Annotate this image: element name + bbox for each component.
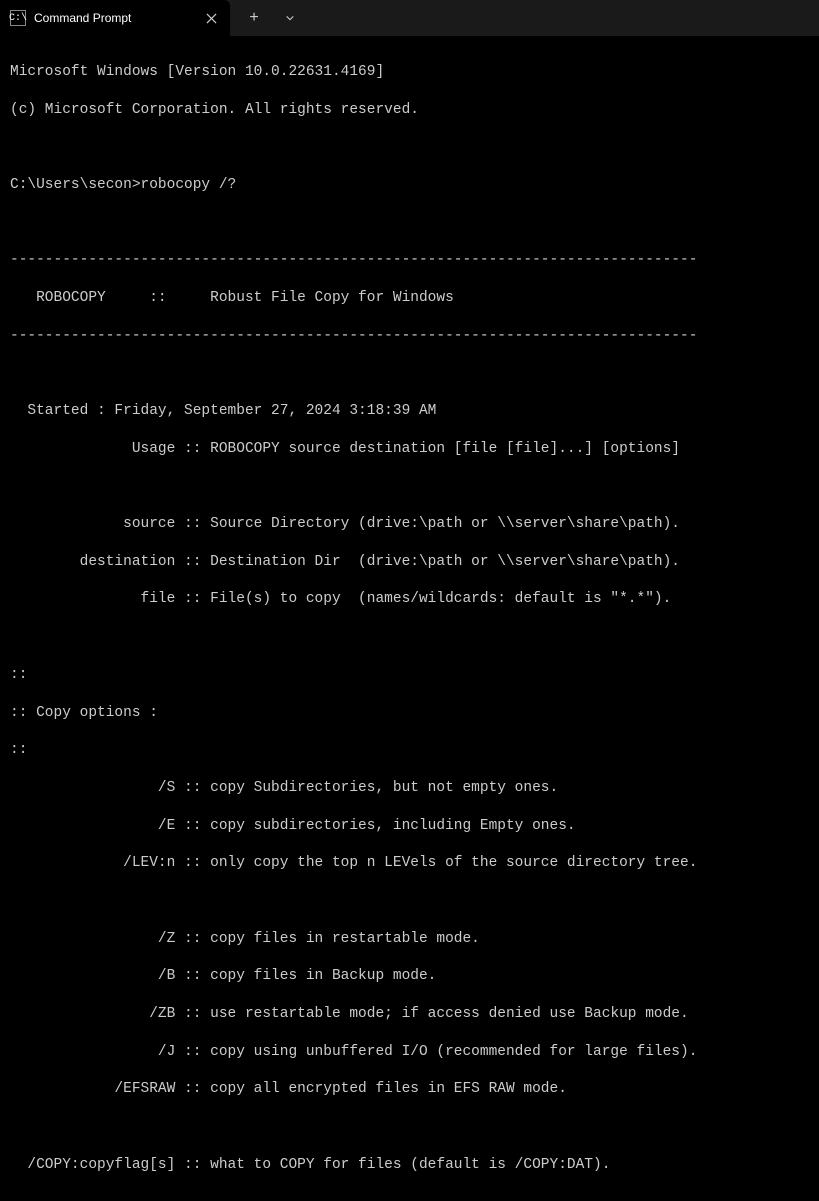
blank-line bbox=[10, 477, 809, 496]
copy-options-header: :: Copy options : bbox=[10, 704, 809, 723]
titlebar-controls: + bbox=[230, 0, 306, 36]
blank-line bbox=[10, 214, 809, 233]
cmd-icon: C:\ bbox=[10, 10, 26, 26]
option-line: /J :: copy using unbuffered I/O (recomme… bbox=[10, 1043, 809, 1062]
divider-line: ----------------------------------------… bbox=[10, 251, 809, 270]
option-line: /EFSRAW :: copy all encrypted files in E… bbox=[10, 1080, 809, 1099]
destination-line: destination :: Destination Dir (drive:\p… bbox=[10, 553, 809, 572]
started-line: Started : Friday, September 27, 2024 3:1… bbox=[10, 402, 809, 421]
option-line: /S :: copy Subdirectories, but not empty… bbox=[10, 779, 809, 798]
section-sep: :: bbox=[10, 666, 809, 685]
tab-dropdown-button[interactable] bbox=[274, 0, 306, 36]
close-tab-button[interactable] bbox=[202, 9, 220, 27]
titlebar: C:\ Command Prompt + bbox=[0, 0, 819, 36]
option-line: /ZB :: use restartable mode; if access d… bbox=[10, 1005, 809, 1024]
source-line: source :: Source Directory (drive:\path … bbox=[10, 515, 809, 534]
chevron-down-icon bbox=[285, 13, 295, 23]
blank-line bbox=[10, 628, 809, 647]
blank-line bbox=[10, 892, 809, 911]
prompt-line: C:\Users\secon>robocopy /? bbox=[10, 176, 809, 195]
usage-line: Usage :: ROBOCOPY source destination [fi… bbox=[10, 440, 809, 459]
new-tab-button[interactable]: + bbox=[238, 0, 270, 36]
option-line: /E :: copy subdirectories, including Emp… bbox=[10, 817, 809, 836]
tab-active[interactable]: C:\ Command Prompt bbox=[0, 0, 230, 36]
blank-line bbox=[10, 1118, 809, 1137]
section-sep: :: bbox=[10, 741, 809, 760]
tab-title: Command Prompt bbox=[34, 11, 194, 25]
file-line: file :: File(s) to copy (names/wildcards… bbox=[10, 590, 809, 609]
header-line: ROBOCOPY :: Robust File Copy for Windows bbox=[10, 289, 809, 308]
blank-line bbox=[10, 138, 809, 157]
option-line: /COPY:copyflag[s] :: what to COPY for fi… bbox=[10, 1156, 809, 1175]
option-line: /LEV:n :: only copy the top n LEVels of … bbox=[10, 854, 809, 873]
banner-line: (c) Microsoft Corporation. All rights re… bbox=[10, 101, 809, 120]
banner-line: Microsoft Windows [Version 10.0.22631.41… bbox=[10, 63, 809, 82]
terminal-output[interactable]: Microsoft Windows [Version 10.0.22631.41… bbox=[0, 36, 819, 1201]
divider-line: ----------------------------------------… bbox=[10, 327, 809, 346]
option-line: /B :: copy files in Backup mode. bbox=[10, 967, 809, 986]
blank-line bbox=[10, 364, 809, 383]
option-line: /Z :: copy files in restartable mode. bbox=[10, 930, 809, 949]
